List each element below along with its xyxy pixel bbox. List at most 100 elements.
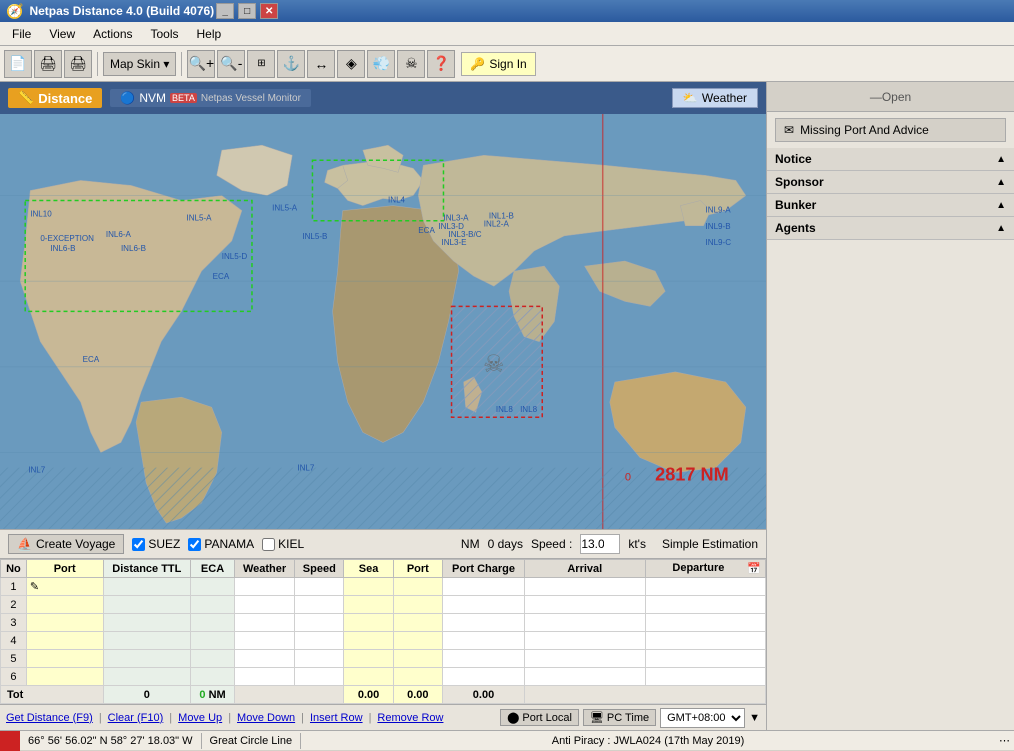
- cell-dist-4: [103, 632, 191, 650]
- weather-label: Weather: [702, 91, 747, 105]
- zoom-fit-button[interactable]: ⊞: [247, 50, 275, 78]
- gmt-select[interactable]: GMT+08:00: [660, 708, 745, 728]
- mapskin-button[interactable]: Map Skin ▾: [103, 52, 176, 76]
- clear-button[interactable]: Clear (F10): [108, 712, 164, 724]
- signin-label: Sign In: [489, 57, 526, 71]
- cell-port-6[interactable]: [26, 668, 103, 686]
- kiel-checkbox[interactable]: [262, 538, 275, 551]
- kts-label: kt's: [628, 537, 646, 551]
- panama-checkbox-label[interactable]: PANAMA: [188, 537, 254, 551]
- cell-arrival-3: [525, 614, 645, 632]
- move-down-button[interactable]: Move Down: [237, 712, 295, 724]
- zoom-out-button[interactable]: 🔍-: [217, 50, 245, 78]
- suez-checkbox-label[interactable]: SUEZ: [132, 537, 180, 551]
- sep1: [97, 52, 98, 76]
- distance-tab-label: Distance: [38, 91, 92, 106]
- accordion-agents-header[interactable]: Agents ▲: [767, 217, 1014, 239]
- th-eca: ECA: [191, 560, 235, 578]
- kiel-checkbox-label[interactable]: KIEL: [262, 537, 304, 551]
- cell-no-2: 2: [1, 596, 27, 614]
- maximize-button[interactable]: □: [238, 3, 256, 19]
- th-no: No: [1, 560, 27, 578]
- signin-button[interactable]: 🔑 Sign In: [461, 52, 535, 76]
- cell-dist-1: [103, 578, 191, 596]
- edit-icon-1: ✎: [30, 581, 39, 593]
- create-voyage-label: Create Voyage: [36, 537, 115, 551]
- cell-portcharge-2: [442, 596, 524, 614]
- left-panel: 📏 Distance 🔵 NVM BETA Netpas Vessel Moni…: [0, 82, 766, 730]
- nvm-tab[interactable]: 🔵 NVM BETA Netpas Vessel Monitor: [110, 89, 311, 107]
- svg-text:2817 NM: 2817 NM: [655, 465, 729, 485]
- insert-row-button[interactable]: Insert Row: [310, 712, 363, 724]
- get-distance-button[interactable]: Get Distance (F9): [6, 712, 93, 724]
- map-container[interactable]: ☠ INL1-B INL2-A INL3-A INL3-D INL3-B/C I…: [0, 114, 766, 529]
- cell-arrival-4: [525, 632, 645, 650]
- table-row: 4: [1, 632, 766, 650]
- distance-tab[interactable]: 📏 Distance: [8, 88, 102, 108]
- cell-port-4[interactable]: [26, 632, 103, 650]
- cell-port2-6: [393, 668, 442, 686]
- cell-weather-4: [234, 632, 294, 650]
- weather-button[interactable]: ⛅ Weather: [672, 88, 758, 108]
- print-button[interactable]: 🖨: [34, 50, 62, 78]
- svg-text:ECA: ECA: [213, 272, 230, 281]
- accordion-sponsor-header[interactable]: Sponsor ▲: [767, 171, 1014, 193]
- missing-port-button[interactable]: ✉ Missing Port And Advice: [775, 118, 1006, 142]
- move-up-button[interactable]: Move Up: [178, 712, 222, 724]
- close-button[interactable]: ✕: [260, 3, 278, 19]
- cell-no-5: 5: [1, 650, 27, 668]
- speed-input[interactable]: [580, 534, 620, 554]
- menu-file[interactable]: File: [4, 25, 39, 43]
- line-type-display: Great Circle Line: [202, 735, 301, 747]
- suez-checkbox[interactable]: [132, 538, 145, 551]
- create-voyage-button[interactable]: ⛵ Create Voyage: [8, 534, 124, 554]
- cell-port2-2: [393, 596, 442, 614]
- pc-time-button[interactable]: 🖥 PC Time: [583, 709, 656, 726]
- table-row: 3: [1, 614, 766, 632]
- nvm-subtitle: Netpas Vessel Monitor: [201, 93, 301, 104]
- wind-button[interactable]: 💨: [367, 50, 395, 78]
- flag-icon: [0, 731, 20, 751]
- accordion-notice-header[interactable]: Notice ▲: [767, 148, 1014, 170]
- panama-checkbox[interactable]: [188, 538, 201, 551]
- cell-port-3[interactable]: [26, 614, 103, 632]
- suez-label: SUEZ: [148, 537, 180, 551]
- menu-view[interactable]: View: [41, 25, 83, 43]
- svg-text:INL5-D: INL5-D: [222, 252, 248, 261]
- vessel-button[interactable]: ⚓: [277, 50, 305, 78]
- window-controls: _ □ ✕: [214, 3, 278, 19]
- cell-dist-5: [103, 650, 191, 668]
- new-button[interactable]: 📄: [4, 50, 32, 78]
- cell-port-5[interactable]: [26, 650, 103, 668]
- cell-sea-6: [344, 668, 393, 686]
- route-button[interactable]: ↔: [307, 50, 335, 78]
- nm-label: NM: [461, 537, 480, 551]
- days-label: 0 days: [488, 537, 523, 551]
- menu-tools[interactable]: Tools: [143, 25, 187, 43]
- piracy-button[interactable]: ☠: [397, 50, 425, 78]
- cell-port-1[interactable]: ✎: [26, 578, 103, 596]
- cell-arrival-2: [525, 596, 645, 614]
- svg-text:INL8: INL8: [496, 405, 514, 414]
- table-row: 2: [1, 596, 766, 614]
- waypoint-button[interactable]: ◈: [337, 50, 365, 78]
- help-button[interactable]: ❓: [427, 50, 455, 78]
- th-speed: Speed: [295, 560, 344, 578]
- minimize-button[interactable]: _: [216, 3, 234, 19]
- print2-button[interactable]: 🖨: [64, 50, 92, 78]
- menubar: File View Actions Tools Help: [0, 22, 1014, 46]
- svg-text:INL7: INL7: [297, 464, 315, 473]
- remove-row-button[interactable]: Remove Row: [377, 712, 443, 724]
- accordion-bunker-header[interactable]: Bunker ▲: [767, 194, 1014, 216]
- calendar-icon[interactable]: 📅: [747, 562, 761, 575]
- table-row: 6: [1, 668, 766, 686]
- tot-sea: 0.00: [344, 686, 393, 704]
- cell-no-1: 1: [1, 578, 27, 596]
- menu-help[interactable]: Help: [189, 25, 230, 43]
- open-label: Open: [882, 90, 911, 104]
- cell-port-2[interactable]: [26, 596, 103, 614]
- port-local-button[interactable]: ⬤ Port Local: [500, 709, 579, 726]
- zoom-in-button[interactable]: 🔍+: [187, 50, 215, 78]
- menu-actions[interactable]: Actions: [85, 25, 140, 43]
- table-row: 5: [1, 650, 766, 668]
